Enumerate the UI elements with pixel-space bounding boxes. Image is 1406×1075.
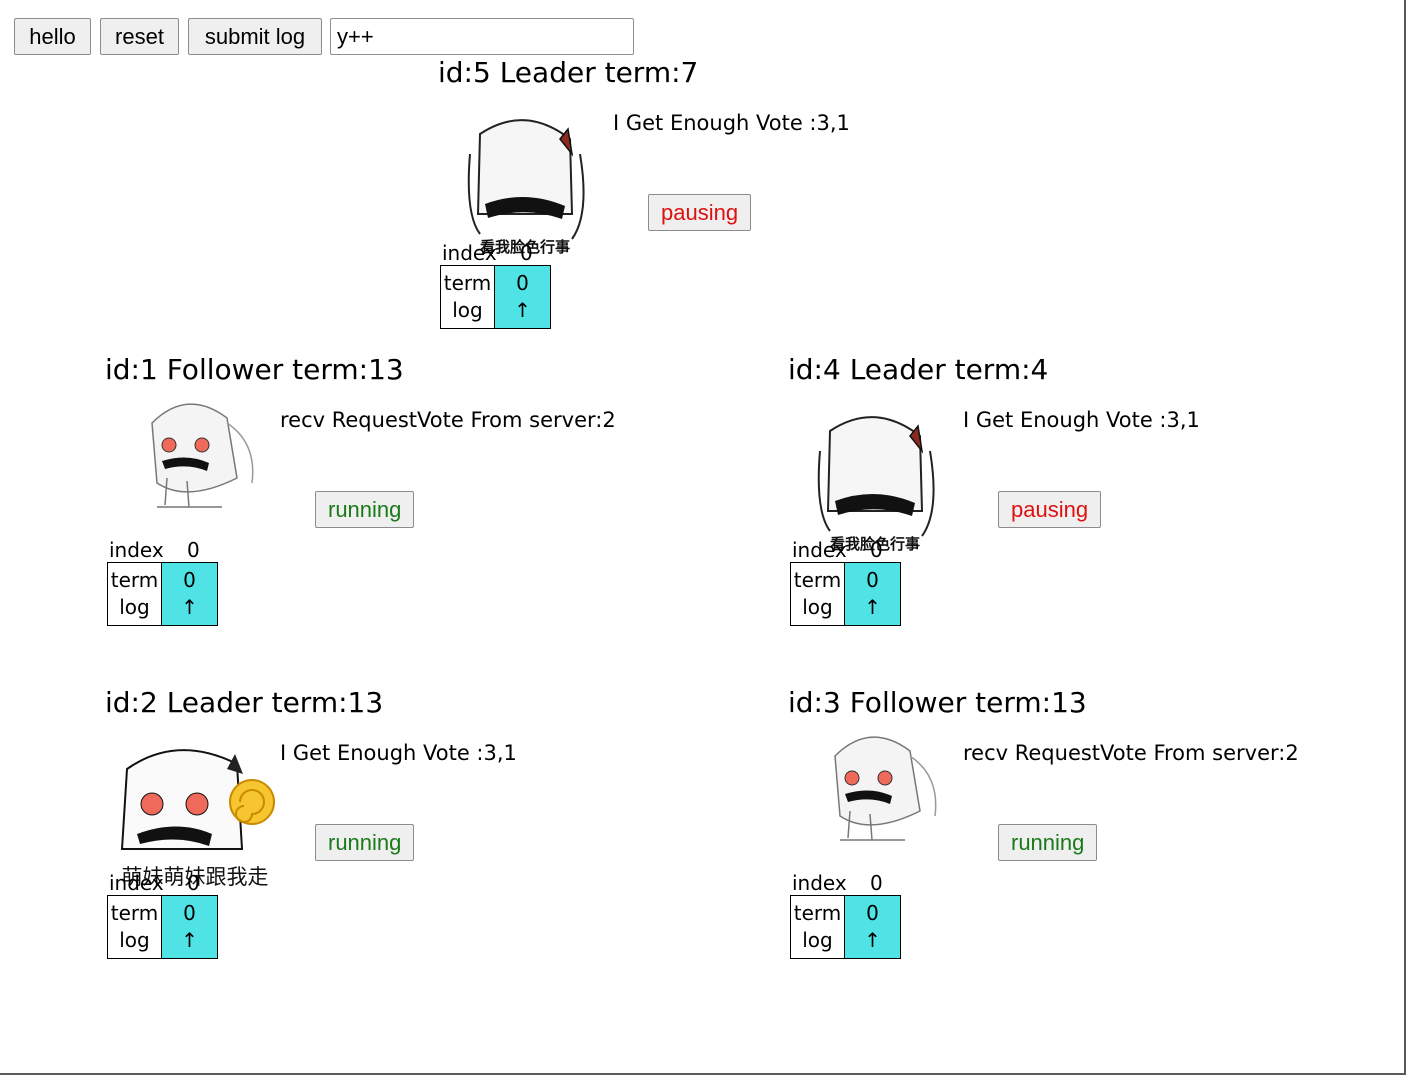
hello-button[interactable]: hello [14,18,91,55]
reset-button[interactable]: reset [100,18,179,55]
log-log-label: log [802,928,833,952]
node-title: id:3 Follower term:13 [788,686,1087,719]
log-log-label: log [452,298,483,322]
log-entry-term: 0 [866,568,879,592]
log-command-input[interactable] [330,18,634,55]
log-entry-term: 0 [183,568,196,592]
node-title: id:1 Follower term:13 [105,353,404,386]
log-index-label: index [109,538,164,562]
log-entry-term: 0 [866,901,879,925]
log-index-row: index 0 [442,241,533,265]
node-state-button[interactable]: running [315,491,415,528]
node-message: recv RequestVote From server:2 [963,741,1299,765]
log-entry-cell: 0 ↑ [162,895,218,959]
log-commit-arrow-icon: ↑ [181,595,198,619]
log-index-value: 0 [870,871,883,895]
node-message: I Get Enough Vote :3,1 [280,741,517,765]
node-card-2: id:2 Leader term:13 萌妹萌妹跟我走 I Get Enough… [105,686,625,986]
log-commit-arrow-icon: ↑ [181,928,198,952]
submit-log-button[interactable]: submit log [188,18,322,55]
node-message: I Get Enough Vote :3,1 [613,111,850,135]
log-index-value: 0 [187,538,200,562]
node-card-5: id:5 Leader term:7 看我脸色行事 I Get Enough V… [438,56,958,356]
log-index-label: index [442,241,497,265]
chibi-girl-sticker-icon: 看我脸色行事 [440,94,610,262]
log-index-value: 0 [870,538,883,562]
node-title: id:5 Leader term:7 [438,56,699,89]
node-title: id:2 Leader term:13 [105,686,384,719]
log-commit-arrow-icon: ↑ [514,298,531,322]
log-header: term log [440,265,495,329]
log-entry-cell: 0 ↑ [162,562,218,626]
chibi-girl-sticker-icon: 看我脸色行事 [790,391,960,559]
log-entry-term: 0 [183,901,196,925]
log-index-value: 0 [520,241,533,265]
log-entry-cell: 0 ↑ [845,895,901,959]
log-header: term log [107,562,162,626]
node-state-button[interactable]: pausing [648,194,752,231]
log-commit-arrow-icon: ↑ [864,928,881,952]
log-index-label: index [109,871,164,895]
log-table: term log 0 ↑ [440,265,551,329]
chibi-girl-lollipop-icon: 萌妹萌妹跟我走 [107,724,277,892]
log-log-label: log [802,595,833,619]
log-index-label: index [792,538,847,562]
log-term-label: term [443,271,492,295]
chibi-girl-crouching-icon [127,383,267,513]
log-index-row: index 0 [109,538,200,562]
node-state-button[interactable]: running [315,824,415,861]
log-index-row: index 0 [792,538,883,562]
node-card-4: id:4 Leader term:4 看我脸色行事 I Get Enough V… [788,353,1308,653]
log-entry-term: 0 [516,271,529,295]
log-entry-cell: 0 ↑ [495,265,551,329]
node-message: recv RequestVote From server:2 [280,408,616,432]
log-table: term log 0 ↑ [107,562,218,626]
log-term-label: term [793,901,842,925]
log-table: term log 0 ↑ [107,895,218,959]
node-card-1: id:1 Follower term:13 recv RequestVote F… [105,353,625,653]
log-index-label: index [792,871,847,895]
log-index-row: index 0 [792,871,883,895]
log-table: term log 0 ↑ [790,562,901,626]
log-term-label: term [793,568,842,592]
log-log-label: log [119,595,150,619]
log-log-label: log [119,928,150,952]
log-commit-arrow-icon: ↑ [864,595,881,619]
log-header: term log [107,895,162,959]
chibi-girl-crouching-icon [810,716,950,846]
node-state-button[interactable]: pausing [998,491,1102,528]
node-card-3: id:3 Follower term:13 recv RequestVote F… [788,686,1308,986]
node-message: I Get Enough Vote :3,1 [963,408,1200,432]
log-term-label: term [110,901,159,925]
log-index-row: index 0 [109,871,200,895]
node-title: id:4 Leader term:4 [788,353,1049,386]
log-header: term log [790,562,845,626]
log-entry-cell: 0 ↑ [845,562,901,626]
log-table: term log 0 ↑ [790,895,901,959]
log-header: term log [790,895,845,959]
log-index-value: 0 [187,871,200,895]
log-term-label: term [110,568,159,592]
node-state-button[interactable]: running [998,824,1098,861]
